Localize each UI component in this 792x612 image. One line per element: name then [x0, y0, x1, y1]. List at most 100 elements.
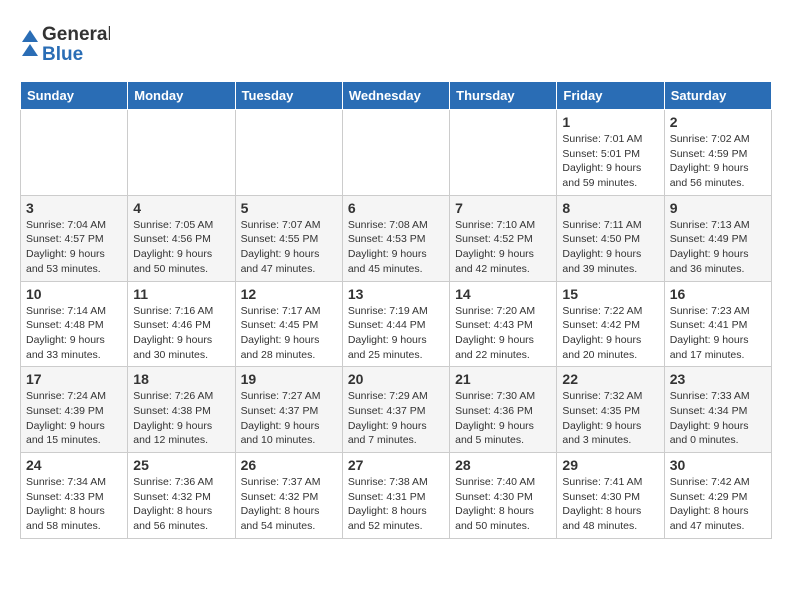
calendar-cell: 15 Sunrise: 7:22 AMSunset: 4:42 PMDayligh… [557, 281, 664, 367]
calendar-cell: 30 Sunrise: 7:42 AMSunset: 4:29 PMDayligh… [664, 453, 771, 539]
svg-text:Blue: Blue [42, 44, 83, 65]
calendar-cell: 17 Sunrise: 7:24 AMSunset: 4:39 PMDayligh… [21, 367, 128, 453]
weekday-header-friday: Friday [557, 82, 664, 110]
calendar-cell: 9 Sunrise: 7:13 AMSunset: 4:49 PMDaylight… [664, 195, 771, 281]
day-number: 6 [348, 200, 444, 216]
weekday-header-wednesday: Wednesday [342, 82, 449, 110]
calendar-cell: 11 Sunrise: 7:16 AMSunset: 4:46 PMDayligh… [128, 281, 235, 367]
calendar-cell: 24 Sunrise: 7:34 AMSunset: 4:33 PMDayligh… [21, 453, 128, 539]
day-info: Sunrise: 7:36 AMSunset: 4:32 PMDaylight:… [133, 475, 229, 534]
day-info: Sunrise: 7:14 AMSunset: 4:48 PMDaylight:… [26, 304, 122, 363]
logo: GeneralBlue [20, 20, 110, 65]
day-number: 25 [133, 457, 229, 473]
day-number: 9 [670, 200, 766, 216]
calendar-cell: 22Sunrise: 7:32 AMSunset: 4:35 PMDayligh… [557, 367, 664, 453]
day-info: Sunrise: 7:17 AMSunset: 4:45 PMDaylight:… [241, 304, 337, 363]
weekday-header-saturday: Saturday [664, 82, 771, 110]
day-info: Sunrise: 7:10 AMSunset: 4:52 PMDaylight:… [455, 218, 551, 277]
svg-text:General: General [42, 24, 110, 45]
day-info: Sunrise: 7:41 AMSunset: 4:30 PMDaylight:… [562, 475, 658, 534]
day-number: 19 [241, 371, 337, 387]
day-number: 17 [26, 371, 122, 387]
day-number: 15 [562, 286, 658, 302]
day-number: 21 [455, 371, 551, 387]
day-info: Sunrise: 7:22 AMSunset: 4:42 PMDaylight:… [562, 304, 658, 363]
day-info: Sunrise: 7:04 AMSunset: 4:57 PMDaylight:… [26, 218, 122, 277]
calendar-cell: 5 Sunrise: 7:07 AMSunset: 4:55 PMDaylight… [235, 195, 342, 281]
day-info: Sunrise: 7:13 AMSunset: 4:49 PMDaylight:… [670, 218, 766, 277]
calendar-cell [235, 110, 342, 196]
calendar-cell: 14 Sunrise: 7:20 AMSunset: 4:43 PMDayligh… [450, 281, 557, 367]
calendar-cell: 20Sunrise: 7:29 AMSunset: 4:37 PMDayligh… [342, 367, 449, 453]
day-info: Sunrise: 7:26 AMSunset: 4:38 PMDaylight:… [133, 389, 229, 448]
day-number: 22 [562, 371, 658, 387]
weekday-header-sunday: Sunday [21, 82, 128, 110]
calendar-cell [128, 110, 235, 196]
calendar-cell: 13 Sunrise: 7:19 AMSunset: 4:44 PMDayligh… [342, 281, 449, 367]
calendar-week-5: 24 Sunrise: 7:34 AMSunset: 4:33 PMDayligh… [21, 453, 772, 539]
day-number: 23 [670, 371, 766, 387]
day-info: Sunrise: 7:24 AMSunset: 4:39 PMDaylight:… [26, 389, 122, 448]
day-info: Sunrise: 7:05 AMSunset: 4:56 PMDaylight:… [133, 218, 229, 277]
calendar-cell: 21 Sunrise: 7:30 AMSunset: 4:36 PMDayligh… [450, 367, 557, 453]
day-number: 30 [670, 457, 766, 473]
day-number: 13 [348, 286, 444, 302]
calendar-week-1: 1 Sunrise: 7:01 AMSunset: 5:01 PMDaylight… [21, 110, 772, 196]
calendar-cell: 2 Sunrise: 7:02 AMSunset: 4:59 PMDaylight… [664, 110, 771, 196]
day-info: Sunrise: 7:19 AMSunset: 4:44 PMDaylight:… [348, 304, 444, 363]
day-info: Sunrise: 7:29 AMSunset: 4:37 PMDaylight:… [348, 389, 444, 448]
calendar-cell: 29 Sunrise: 7:41 AMSunset: 4:30 PMDayligh… [557, 453, 664, 539]
calendar-cell: 10 Sunrise: 7:14 AMSunset: 4:48 PMDayligh… [21, 281, 128, 367]
calendar-cell: 3 Sunrise: 7:04 AMSunset: 4:57 PMDaylight… [21, 195, 128, 281]
weekday-header-tuesday: Tuesday [235, 82, 342, 110]
weekday-header-thursday: Thursday [450, 82, 557, 110]
day-info: Sunrise: 7:01 AMSunset: 5:01 PMDaylight:… [562, 132, 658, 191]
day-number: 28 [455, 457, 551, 473]
day-number: 10 [26, 286, 122, 302]
day-number: 11 [133, 286, 229, 302]
calendar-cell: 18 Sunrise: 7:26 AMSunset: 4:38 PMDayligh… [128, 367, 235, 453]
day-info: Sunrise: 7:16 AMSunset: 4:46 PMDaylight:… [133, 304, 229, 363]
calendar-week-2: 3 Sunrise: 7:04 AMSunset: 4:57 PMDaylight… [21, 195, 772, 281]
day-number: 18 [133, 371, 229, 387]
day-info: Sunrise: 7:20 AMSunset: 4:43 PMDaylight:… [455, 304, 551, 363]
calendar-cell: 27 Sunrise: 7:38 AMSunset: 4:31 PMDayligh… [342, 453, 449, 539]
calendar-cell: 4Sunrise: 7:05 AMSunset: 4:56 PMDaylight… [128, 195, 235, 281]
day-number: 16 [670, 286, 766, 302]
day-number: 3 [26, 200, 122, 216]
day-number: 1 [562, 114, 658, 130]
day-number: 5 [241, 200, 337, 216]
day-number: 2 [670, 114, 766, 130]
calendar-cell: 16Sunrise: 7:23 AMSunset: 4:41 PMDayligh… [664, 281, 771, 367]
calendar-week-3: 10 Sunrise: 7:14 AMSunset: 4:48 PMDayligh… [21, 281, 772, 367]
day-number: 7 [455, 200, 551, 216]
day-number: 24 [26, 457, 122, 473]
day-number: 14 [455, 286, 551, 302]
day-info: Sunrise: 7:38 AMSunset: 4:31 PMDaylight:… [348, 475, 444, 534]
weekday-header-row: SundayMondayTuesdayWednesdayThursdayFrid… [21, 82, 772, 110]
logo-svg: GeneralBlue [20, 20, 110, 65]
day-info: Sunrise: 7:07 AMSunset: 4:55 PMDaylight:… [241, 218, 337, 277]
calendar-cell: 19Sunrise: 7:27 AMSunset: 4:37 PMDayligh… [235, 367, 342, 453]
calendar-cell [21, 110, 128, 196]
day-number: 8 [562, 200, 658, 216]
page-header: GeneralBlue [20, 20, 772, 65]
calendar-cell: 25 Sunrise: 7:36 AMSunset: 4:32 PMDayligh… [128, 453, 235, 539]
weekday-header-monday: Monday [128, 82, 235, 110]
calendar-cell [450, 110, 557, 196]
day-number: 27 [348, 457, 444, 473]
calendar-cell: 8 Sunrise: 7:11 AMSunset: 4:50 PMDaylight… [557, 195, 664, 281]
day-info: Sunrise: 7:42 AMSunset: 4:29 PMDaylight:… [670, 475, 766, 534]
day-info: Sunrise: 7:08 AMSunset: 4:53 PMDaylight:… [348, 218, 444, 277]
calendar-cell: 6 Sunrise: 7:08 AMSunset: 4:53 PMDaylight… [342, 195, 449, 281]
day-number: 29 [562, 457, 658, 473]
day-info: Sunrise: 7:11 AMSunset: 4:50 PMDaylight:… [562, 218, 658, 277]
day-info: Sunrise: 7:34 AMSunset: 4:33 PMDaylight:… [26, 475, 122, 534]
calendar-cell: 7 Sunrise: 7:10 AMSunset: 4:52 PMDaylight… [450, 195, 557, 281]
calendar-cell [342, 110, 449, 196]
day-info: Sunrise: 7:33 AMSunset: 4:34 PMDaylight:… [670, 389, 766, 448]
calendar-cell: 12Sunrise: 7:17 AMSunset: 4:45 PMDayligh… [235, 281, 342, 367]
day-info: Sunrise: 7:30 AMSunset: 4:36 PMDaylight:… [455, 389, 551, 448]
day-info: Sunrise: 7:02 AMSunset: 4:59 PMDaylight:… [670, 132, 766, 191]
day-info: Sunrise: 7:37 AMSunset: 4:32 PMDaylight:… [241, 475, 337, 534]
